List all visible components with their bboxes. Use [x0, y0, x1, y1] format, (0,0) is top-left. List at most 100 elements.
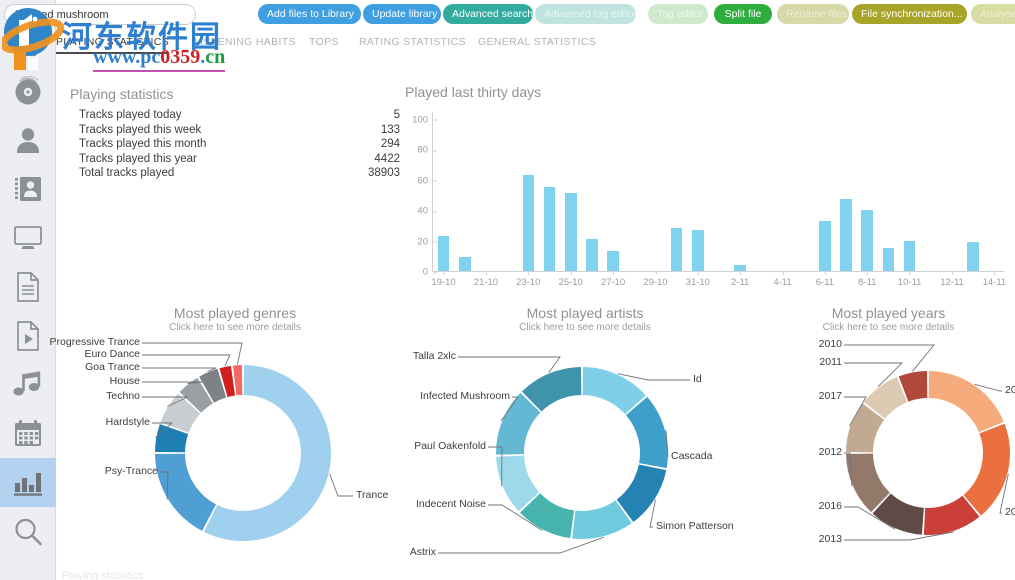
toolbar-button-5[interactable]: Split file	[714, 4, 772, 24]
bar-chart-bar	[967, 242, 980, 271]
tab-general-statistics[interactable]: GENERAL STATISTICS	[478, 36, 596, 52]
donut-slice-label: Progressive Trance	[49, 336, 140, 348]
bar-chart-x-tick: 21-10	[474, 271, 498, 288]
bar-chart-x-tick: 10-11	[898, 271, 921, 288]
donut-slice[interactable]	[963, 423, 1010, 516]
donut-slice-label: Infected Mushroom	[420, 390, 510, 402]
tab-tops[interactable]: TOPS	[309, 36, 339, 52]
donut-slice-label: 2010	[818, 338, 842, 350]
bar-chart-x-tick: 25-10	[559, 271, 583, 288]
statistics-tabbar: PLAYING STATISTICS LISTENING HABITS TOPS RA…	[56, 36, 1015, 62]
sidebar-item-home[interactable]	[0, 30, 56, 66]
statistic-value: 294	[380, 138, 400, 150]
search-box[interactable]	[4, 4, 196, 25]
statistic-row: Total tracks played 38903	[70, 166, 400, 181]
home-icon	[16, 39, 40, 58]
donut-slice-label: Astrix	[409, 546, 436, 558]
donut-slice-label: Talla 2xlc	[412, 350, 456, 362]
sidebar-item-contacts[interactable]	[0, 164, 56, 213]
x-tick-mark	[528, 271, 530, 275]
years-donut-chart[interactable]: 20 20 2013 2016 2012 2017 2011 2010	[762, 335, 1015, 565]
tab-playing-statistics[interactable]: PLAYING STATISTICS	[56, 36, 170, 54]
donut-slice-label: Euro Dance	[84, 348, 140, 360]
artists-donut-chart[interactable]: Id Cascada Simon Patterson Astrix Indecent N…	[410, 335, 760, 565]
bar-chart-bar	[607, 251, 619, 271]
statistic-label: Tracks played this month	[79, 138, 207, 150]
x-tick-mark	[994, 271, 996, 275]
donut-slice-label: Goa Trance	[85, 361, 140, 373]
disc-icon	[15, 75, 41, 104]
most-played-years-section[interactable]: Most played years Click here to see more…	[762, 305, 1015, 570]
sidebar-item-music[interactable]	[0, 360, 56, 409]
bar-chart-bar	[543, 187, 556, 271]
tab-rating-statistics[interactable]: RATING STATISTICS	[359, 36, 466, 52]
bar-chart-x-tick: 31-10	[686, 271, 710, 288]
monitor-icon	[14, 225, 42, 249]
bar-chart-plot-area: 0 20 40 60 80 100 19-10 21-10 23-10 25-10 27-10 29-…	[412, 112, 1006, 288]
sidebar-item-artists[interactable]	[0, 115, 56, 164]
donut-slice-label: Hardstyle	[105, 416, 150, 428]
search-input[interactable]	[4, 4, 196, 25]
donut-slice[interactable]	[928, 371, 1004, 433]
sidebar-item-documents[interactable]	[0, 262, 56, 311]
donut-leader-line	[458, 356, 561, 373]
bar-chart-y-tick: 40	[417, 206, 437, 217]
donut-slice-label: Trance	[356, 489, 389, 501]
bar-chart-y-tick: 80	[417, 145, 437, 156]
statistic-value: 38903	[368, 167, 400, 179]
most-played-artists-section[interactable]: Most played artists Click here to see mo…	[410, 305, 760, 570]
bar-chart-bar	[819, 220, 831, 271]
artists-subtitle: Click here to see more details	[519, 322, 651, 333]
sidebar-item-calendar[interactable]	[0, 409, 56, 458]
artists-title: Most played artists	[526, 305, 644, 321]
sidebar-item-statistics[interactable]	[0, 458, 56, 507]
bar-chart-icon	[14, 472, 42, 496]
donut-leader-line	[617, 373, 690, 381]
donut-slice-label: 2012	[818, 446, 842, 458]
bar-chart-bar	[670, 228, 683, 271]
statistic-label: Tracks played this year	[79, 152, 197, 165]
bar-chart-x-tick: 4-11	[773, 271, 792, 288]
y-tick-mark	[433, 150, 437, 152]
sidebar-item-albums[interactable]	[0, 66, 56, 115]
sidebar-item-display[interactable]	[0, 213, 56, 262]
statistic-value: 5	[393, 109, 400, 121]
played-last-thirty-days-chart: Played last thirty days 0 20 40 60 80 100 19-1…	[405, 84, 1015, 306]
person-icon	[17, 127, 39, 153]
donut-leader-line	[142, 367, 217, 372]
video-file-icon	[17, 320, 39, 351]
most-played-genres-section[interactable]: Most played genres Click here to see mor…	[50, 305, 410, 570]
genres-donut-chart[interactable]: Trance Psy-Trance Hardstyle Techno House Goa …	[50, 335, 410, 565]
bar-chart-x-tick: 8-11	[858, 271, 876, 288]
calendar-icon	[15, 419, 41, 446]
donut-slice-label: Id	[693, 373, 702, 385]
playing-statistics-title: Playing statistics	[70, 86, 174, 102]
toolbar-button-0[interactable]: Add files to Library	[258, 4, 361, 24]
donut-slice-label: Cascada	[671, 450, 713, 462]
bar-chart-bar	[522, 175, 535, 271]
donut-slice-label: 2013	[818, 533, 842, 545]
bar-chart-bar	[437, 235, 450, 271]
tab-listening-habits[interactable]: LISTENING HABITS	[194, 36, 296, 52]
bar-chart-y-tick: 20	[417, 236, 437, 247]
bar-chart-x-tick: 12-11	[940, 271, 964, 288]
sidebar-item-search[interactable]	[0, 507, 56, 556]
x-tick-mark	[613, 271, 615, 275]
app-window: Add files to LibraryUpdate libraryAdvanc…	[0, 0, 1015, 580]
playing-statistics-panel: Playing statistics Tracks played today 5 T…	[70, 86, 400, 181]
toolbar-button-7[interactable]: File synchronization...	[852, 4, 967, 24]
bar-chart-x-tick: 14-11	[983, 271, 1006, 288]
donut-slice[interactable]	[155, 453, 217, 531]
toolbar-button-4: Tag editor	[648, 4, 708, 24]
donut-leader-line	[438, 536, 604, 554]
document-icon	[17, 271, 39, 302]
donut-slice-label: 20	[1005, 506, 1015, 518]
toolbar-button-1[interactable]: Update library	[363, 4, 441, 24]
x-tick-mark	[909, 271, 911, 275]
bar-chart-bar	[882, 248, 895, 271]
donut-slice[interactable]	[233, 365, 243, 396]
x-tick-mark	[485, 271, 487, 275]
sidebar-item-videos[interactable]	[0, 311, 56, 360]
bar-chart-x-tick: 6-11	[816, 271, 834, 288]
toolbar-button-2[interactable]: Advanced search	[443, 4, 533, 24]
